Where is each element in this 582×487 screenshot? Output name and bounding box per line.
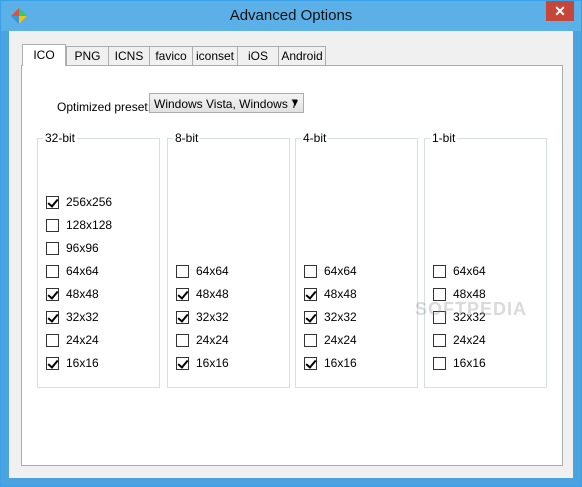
checkbox-unchecked[interactable] xyxy=(433,334,446,347)
checkbox-checked[interactable] xyxy=(176,311,189,324)
checkbox-label: 24x24 xyxy=(196,333,229,347)
checkbox-unchecked[interactable] xyxy=(46,265,59,278)
checkbox-checked[interactable] xyxy=(46,357,59,370)
checkbox-label: 32x32 xyxy=(66,310,99,324)
watermark: SOFTPEDIA xyxy=(415,299,528,319)
tab-ico[interactable]: ICO xyxy=(22,44,66,66)
checkbox-label: 16x16 xyxy=(196,356,229,370)
preset-dropdown[interactable]: Windows Vista, Windows 7 ▼ xyxy=(149,93,304,113)
checkbox-label: 96x96 xyxy=(66,241,99,255)
advanced-options-window: Advanced Options ✕ ICO PNG ICNS favico i… xyxy=(0,0,582,487)
checkbox-label: 48x48 xyxy=(196,287,229,301)
checkbox-checked[interactable] xyxy=(304,311,317,324)
group-1-bit: 1-bit 64x64 48x48 32x32 24x24 16x16 xyxy=(424,131,547,388)
group-4-bit: 4-bit 64x64 48x48 32x32 24x24 16x16 xyxy=(295,131,418,388)
ico-tab-panel: Optimized preset: Windows Vista, Windows… xyxy=(21,65,563,466)
checkbox-checked[interactable] xyxy=(176,357,189,370)
checkbox-checked[interactable] xyxy=(304,357,317,370)
checkbox-checked[interactable] xyxy=(46,288,59,301)
group-8-bit: 8-bit 64x64 48x48 32x32 24x24 16x16 xyxy=(167,131,290,388)
title-bar[interactable]: Advanced Options ✕ xyxy=(1,1,581,31)
checkbox-checked[interactable] xyxy=(304,288,317,301)
checkbox-unchecked[interactable] xyxy=(304,265,317,278)
checkbox-unchecked[interactable] xyxy=(46,334,59,347)
checkbox-unchecked[interactable] xyxy=(176,334,189,347)
checkbox-checked[interactable] xyxy=(46,311,59,324)
checkbox-label: 32x32 xyxy=(196,310,229,324)
checkbox-label: 128x128 xyxy=(66,218,113,232)
chevron-down-icon: ▼ xyxy=(290,98,300,109)
checkbox-unchecked[interactable] xyxy=(433,265,446,278)
preset-label: Optimized preset: xyxy=(57,100,152,114)
checkbox-label: 24x24 xyxy=(324,333,357,347)
checkbox-label: 256x256 xyxy=(66,195,113,209)
checkbox-label: 32x32 xyxy=(324,310,357,324)
tab-icns[interactable]: ICNS xyxy=(108,46,150,65)
checkbox-unchecked[interactable] xyxy=(304,334,317,347)
checkbox-checked[interactable] xyxy=(176,288,189,301)
tab-iconset[interactable]: iconset xyxy=(192,46,238,65)
tab-png[interactable]: PNG xyxy=(66,46,109,65)
group-title: 8-bit xyxy=(173,131,201,145)
dialog-client: ICO PNG ICNS favico iconset iOS Android … xyxy=(9,31,573,478)
window-title: Advanced Options xyxy=(229,7,353,24)
tab-favico[interactable]: favico xyxy=(149,46,193,65)
checkbox-label: 64x64 xyxy=(324,264,357,278)
group-title: 4-bit xyxy=(301,131,329,145)
checkbox-label: 48x48 xyxy=(66,287,99,301)
checkbox-label: 16x16 xyxy=(66,356,99,370)
checkbox-checked[interactable] xyxy=(46,196,59,209)
checkbox-label: 64x64 xyxy=(196,264,229,278)
close-button[interactable]: ✕ xyxy=(546,1,574,21)
checkbox-label: 48x48 xyxy=(324,287,357,301)
checkbox-unchecked[interactable] xyxy=(176,265,189,278)
group-title: 1-bit xyxy=(430,131,458,145)
checkbox-label: 16x16 xyxy=(324,356,357,370)
checkbox-unchecked[interactable] xyxy=(46,219,59,232)
tab-android[interactable]: Android xyxy=(278,46,326,65)
checkbox-label: 64x64 xyxy=(453,264,486,278)
preset-value: Windows Vista, Windows 7 xyxy=(154,97,298,111)
checkbox-label: 64x64 xyxy=(66,264,99,278)
checkbox-label: 24x24 xyxy=(453,333,486,347)
checkbox-unchecked[interactable] xyxy=(46,242,59,255)
group-32-bit: 32-bit 256x256 128x128 96x96 64x64 48x48 32x32… xyxy=(37,131,160,388)
checkbox-unchecked[interactable] xyxy=(433,357,446,370)
group-title: 32-bit xyxy=(43,131,78,145)
tab-ios[interactable]: iOS xyxy=(237,46,279,65)
checkbox-label: 24x24 xyxy=(66,333,99,347)
checkbox-label: 16x16 xyxy=(453,356,486,370)
